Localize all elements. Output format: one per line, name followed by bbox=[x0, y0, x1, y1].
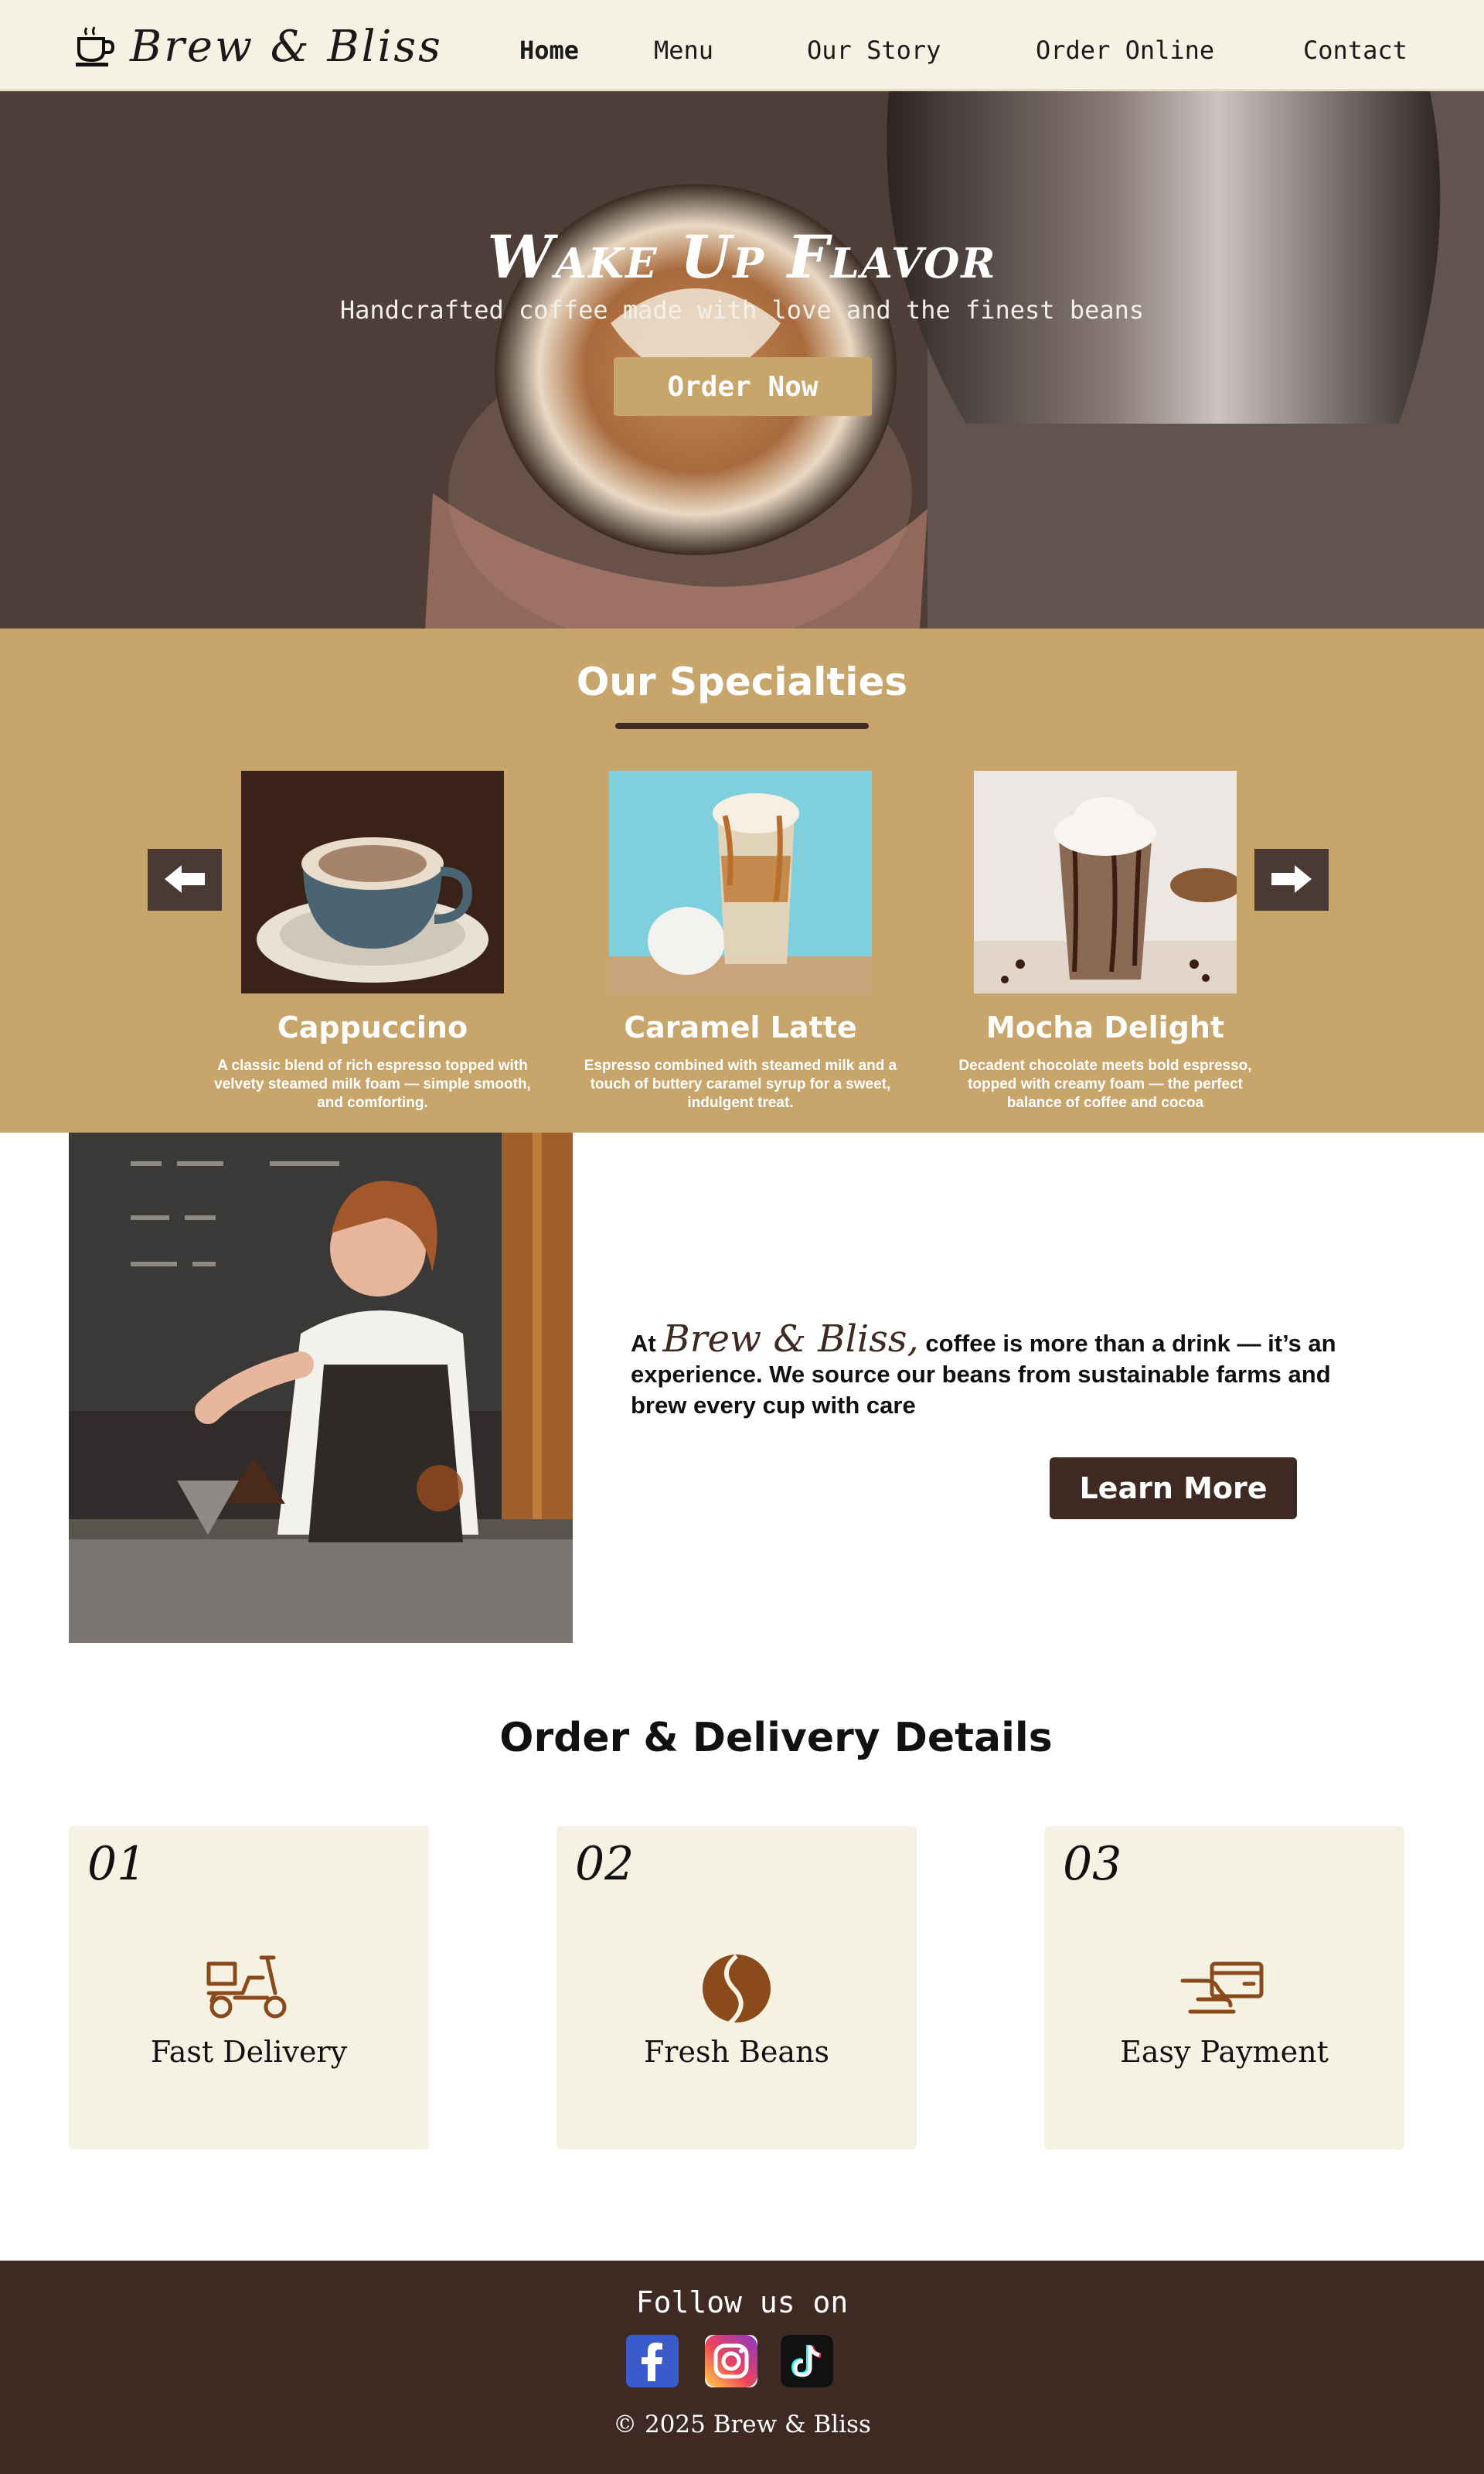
order-delivery-title: Order & Delivery Details bbox=[499, 1715, 1053, 1761]
nav-link-contact[interactable]: Contact bbox=[1303, 36, 1407, 65]
specialty-description: A classic blend of rich espresso topped … bbox=[214, 1058, 531, 1111]
nav-link-our-story[interactable]: Our Story bbox=[807, 36, 941, 65]
brand-logo[interactable]: Brew & Bliss bbox=[74, 21, 443, 72]
tiktok-icon bbox=[781, 2335, 833, 2387]
specialty-name: Mocha Delight bbox=[985, 1010, 1225, 1044]
arrow-right-icon bbox=[1271, 864, 1312, 893]
specialties-title: Our Specialties bbox=[576, 659, 908, 704]
nav-link-order-online[interactable]: Order Online bbox=[1036, 36, 1214, 65]
order-card-fresh-beans: 02 Fresh Beans bbox=[556, 1826, 917, 2149]
arrow-left-icon bbox=[165, 864, 205, 893]
title-underline bbox=[615, 723, 869, 729]
hero-banner: Wake Up Flavor Handcrafted coffee made w… bbox=[0, 91, 1484, 629]
order-now-button[interactable]: Order Now bbox=[614, 357, 872, 416]
footer: Follow us on © 2025 Brew & Bliss bbox=[0, 2261, 1484, 2474]
brand-name: Brew & Bliss bbox=[130, 21, 443, 72]
copyright: © 2025 Brew & Bliss bbox=[613, 2411, 871, 2438]
nav-link-home[interactable]: Home bbox=[519, 36, 579, 65]
about-brand-name: Brew & Bliss, bbox=[662, 1317, 919, 1361]
order-card-label: Easy Payment bbox=[1120, 2035, 1329, 2069]
tiktok-link[interactable] bbox=[781, 2335, 833, 2387]
nav-link-menu[interactable]: Menu bbox=[654, 36, 713, 65]
step-number: 01 bbox=[87, 1837, 147, 1891]
coffee-cup-icon bbox=[76, 26, 115, 66]
hero-subtitle: Handcrafted coffee made with love and th… bbox=[339, 295, 1145, 325]
specialty-card-cappuccino[interactable]: Cappuccino A classic blend of rich espre… bbox=[210, 771, 535, 1111]
step-number: 03 bbox=[1063, 1837, 1122, 1891]
hero-title: Wake Up Flavor bbox=[487, 223, 997, 291]
about-paragraph: At Brew & Bliss, coffee is more than a d… bbox=[631, 1320, 1388, 1421]
specialty-card-caramel-latte[interactable]: Caramel Latte Espresso combined with ste… bbox=[578, 771, 903, 1111]
coffee-bean-icon bbox=[703, 1954, 771, 2026]
specialty-card-mocha-delight[interactable]: Mocha Delight Decadent chocolate meets b… bbox=[943, 771, 1268, 1111]
specialty-name: Cappuccino bbox=[277, 1010, 468, 1044]
navbar: Brew & Bliss Home Menu Our Story Order O… bbox=[0, 0, 1484, 91]
step-number: 02 bbox=[575, 1837, 635, 1891]
specialty-description: Espresso combined with steamed milk and … bbox=[584, 1058, 897, 1111]
order-card-label: Fresh Beans bbox=[643, 2035, 830, 2069]
order-card-easy-payment: 03 Easy Payment bbox=[1044, 1826, 1404, 2149]
learn-more-button[interactable]: Learn More bbox=[1050, 1457, 1297, 1519]
cappuccino-image bbox=[241, 771, 504, 993]
scooter-icon bbox=[206, 1955, 287, 2019]
order-card-fast-delivery: 01 Fast Delivery bbox=[69, 1826, 429, 2149]
barista-image bbox=[69, 1133, 573, 1643]
specialty-name: Caramel Latte bbox=[624, 1010, 857, 1044]
follow-us-label: Follow us on bbox=[635, 2285, 849, 2319]
caramel-latte-image bbox=[609, 771, 872, 993]
about-prefix: At bbox=[631, 1330, 656, 1357]
order-card-label: Fast Delivery bbox=[150, 2035, 348, 2069]
instagram-link[interactable] bbox=[705, 2335, 757, 2387]
facebook-icon bbox=[626, 2335, 679, 2387]
specialty-description: Decadent chocolate meets bold espresso, … bbox=[958, 1058, 1252, 1111]
specialties-section: Our Specialties Cappuccino A classic ble… bbox=[0, 629, 1484, 1133]
facebook-link[interactable] bbox=[626, 2335, 679, 2387]
instagram-icon bbox=[705, 2335, 757, 2387]
mocha-delight-image bbox=[974, 771, 1237, 993]
card-payment-icon bbox=[1180, 1961, 1264, 2014]
